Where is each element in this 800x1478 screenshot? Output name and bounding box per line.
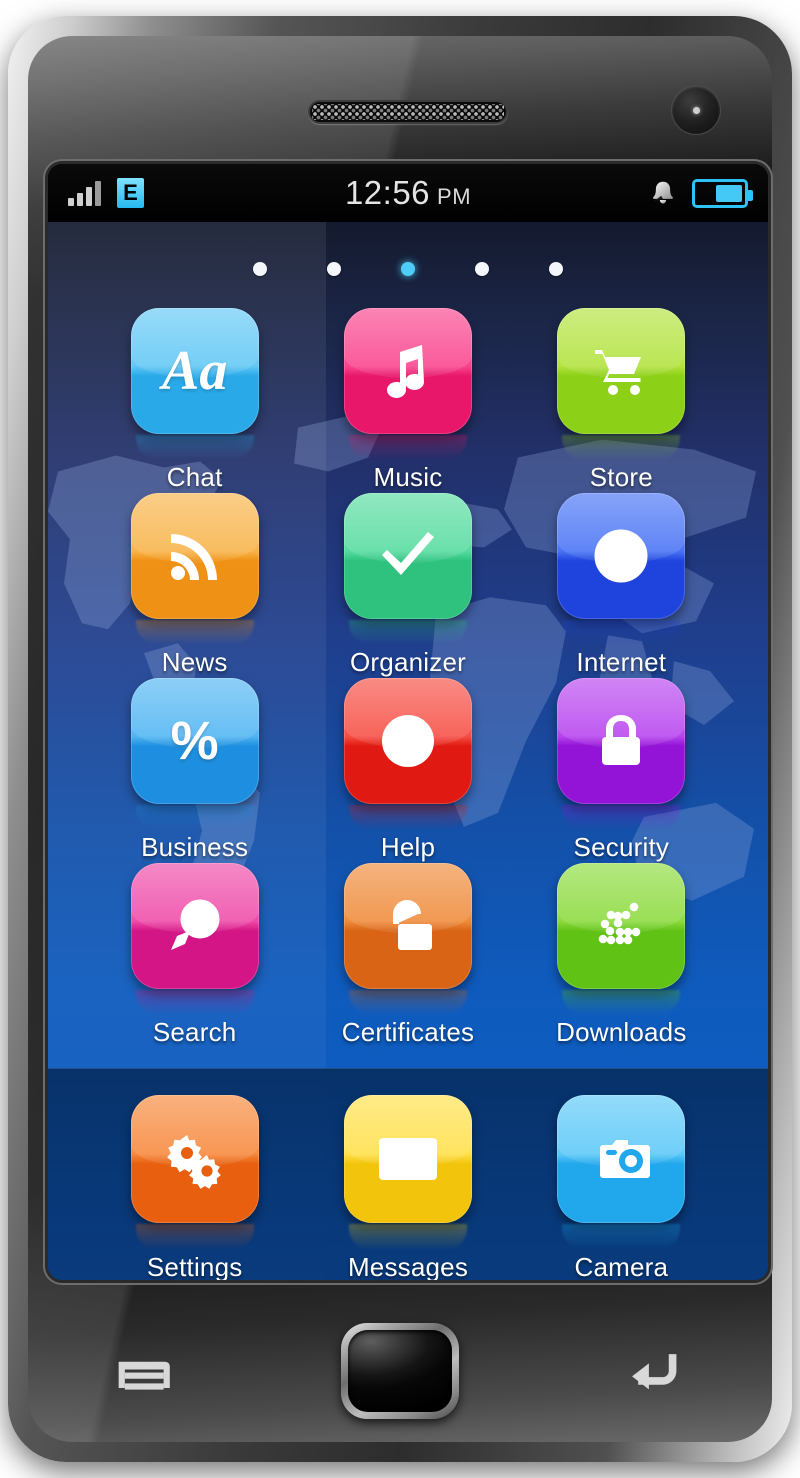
camera-icon[interactable] bbox=[557, 1095, 686, 1223]
phone-screen[interactable]: E 12:56 PM Aa Chat Music Store News Orga… bbox=[48, 164, 768, 1280]
dock-icon-camera[interactable]: Camera bbox=[515, 1095, 728, 1280]
app-label: Internet bbox=[576, 647, 667, 677]
phone-device: E 12:56 PM Aa Chat Music Store News Orga… bbox=[0, 0, 800, 1478]
icon-reflection bbox=[135, 804, 254, 830]
music-note-icon[interactable] bbox=[343, 308, 472, 434]
app-label: Music bbox=[373, 462, 443, 492]
app-label: Store bbox=[589, 462, 653, 492]
home-button-face bbox=[348, 1330, 452, 1412]
icon-reflection bbox=[562, 804, 681, 830]
percent-icon[interactable]: % bbox=[130, 678, 259, 804]
page-dot-3[interactable] bbox=[401, 262, 415, 276]
app-label: Chat bbox=[166, 462, 223, 492]
gears-icon[interactable] bbox=[130, 1095, 259, 1223]
home-button[interactable] bbox=[341, 1323, 459, 1419]
app-icon-business[interactable]: % Business bbox=[88, 678, 301, 863]
page-dot-5[interactable] bbox=[549, 262, 563, 276]
shopping-cart-icon[interactable] bbox=[557, 308, 686, 434]
dock-bar: Settings Messages Camera bbox=[48, 1068, 768, 1280]
dock-icon-settings[interactable]: Settings bbox=[88, 1095, 301, 1280]
icon-reflection bbox=[562, 1224, 681, 1250]
menu-icon bbox=[118, 1361, 170, 1390]
icon-reflection bbox=[135, 619, 254, 645]
front-camera-lens bbox=[672, 86, 720, 134]
phone-outer-frame: E 12:56 PM Aa Chat Music Store News Orga… bbox=[8, 16, 792, 1462]
app-label: Camera bbox=[574, 1252, 669, 1280]
back-button[interactable] bbox=[620, 1343, 690, 1399]
icon-reflection bbox=[562, 989, 681, 1015]
clock-ampm: PM bbox=[437, 184, 472, 209]
app-label: Security bbox=[573, 832, 670, 862]
app-icon-grid: Aa Chat Music Store News Organizer Internet% Bu… bbox=[48, 308, 768, 1048]
padlock-closed-icon[interactable] bbox=[557, 678, 686, 804]
app-label: Messages bbox=[347, 1252, 469, 1280]
app-label: Organizer bbox=[350, 647, 466, 677]
app-icon-chat[interactable]: Aa Chat bbox=[88, 308, 301, 493]
icon-reflection bbox=[348, 989, 467, 1015]
app-icon-news[interactable]: News bbox=[88, 493, 301, 678]
app-icon-help[interactable]: Help bbox=[301, 678, 514, 863]
battery-level-fill bbox=[716, 184, 742, 202]
page-dot-4[interactable] bbox=[475, 262, 489, 276]
checkmark-icon[interactable] bbox=[343, 493, 472, 619]
dotted-arrow-icon[interactable] bbox=[557, 863, 686, 989]
home-screen: Aa Chat Music Store News Organizer Internet% Bu… bbox=[48, 222, 768, 1280]
page-indicator-dots[interactable] bbox=[48, 262, 768, 276]
app-label: Settings bbox=[146, 1252, 243, 1280]
magnifier-icon[interactable] bbox=[130, 863, 259, 989]
app-label: Business bbox=[141, 832, 249, 862]
icon-reflection bbox=[348, 804, 467, 830]
battery-icon bbox=[692, 178, 753, 208]
app-icon-internet[interactable]: Internet bbox=[515, 493, 728, 678]
hardware-button-row bbox=[48, 1306, 752, 1436]
app-icon-downloads[interactable]: Downloads bbox=[515, 863, 728, 1048]
icon-reflection bbox=[135, 1224, 254, 1250]
icon-reflection bbox=[348, 619, 467, 645]
app-icon-organizer[interactable]: Organizer bbox=[301, 493, 514, 678]
app-label: Certificates bbox=[341, 1017, 475, 1047]
icon-reflection bbox=[135, 989, 254, 1015]
menu-button[interactable] bbox=[110, 1343, 180, 1399]
icon-reflection bbox=[348, 1224, 467, 1250]
icon-reflection bbox=[562, 434, 681, 460]
clock-time: 12:56 bbox=[344, 174, 431, 211]
app-icon-certificates[interactable]: Certificates bbox=[301, 863, 514, 1048]
earpiece-speaker bbox=[308, 100, 508, 124]
app-icon-security[interactable]: Security bbox=[515, 678, 728, 863]
app-icon-store[interactable]: Store bbox=[515, 308, 728, 493]
page-dot-2[interactable] bbox=[327, 262, 341, 276]
app-label: Downloads bbox=[556, 1017, 687, 1047]
icon-reflection bbox=[135, 434, 254, 460]
page-dot-1[interactable] bbox=[253, 262, 267, 276]
status-bar: E 12:56 PM bbox=[48, 164, 768, 222]
icon-reflection bbox=[562, 619, 681, 645]
app-label: News bbox=[161, 647, 228, 677]
padlock-open-icon[interactable] bbox=[343, 863, 472, 989]
app-label: Help bbox=[380, 832, 436, 862]
icon-reflection bbox=[348, 434, 467, 460]
rss-feed-icon[interactable] bbox=[130, 493, 259, 619]
text-aa-icon[interactable]: Aa bbox=[130, 308, 259, 434]
dock-icon-row: Settings Messages Camera bbox=[48, 1069, 768, 1280]
status-bar-clock: 12:56 PM bbox=[48, 174, 768, 212]
app-icon-search[interactable]: Search bbox=[88, 863, 301, 1048]
info-circle-icon[interactable] bbox=[343, 678, 472, 804]
dock-icon-messages[interactable]: Messages bbox=[301, 1095, 514, 1280]
back-arrow-icon bbox=[632, 1354, 677, 1390]
app-label: Search bbox=[152, 1017, 237, 1047]
globe-icon[interactable] bbox=[557, 493, 686, 619]
envelope-icon[interactable] bbox=[343, 1095, 472, 1223]
app-icon-music[interactable]: Music bbox=[301, 308, 514, 493]
